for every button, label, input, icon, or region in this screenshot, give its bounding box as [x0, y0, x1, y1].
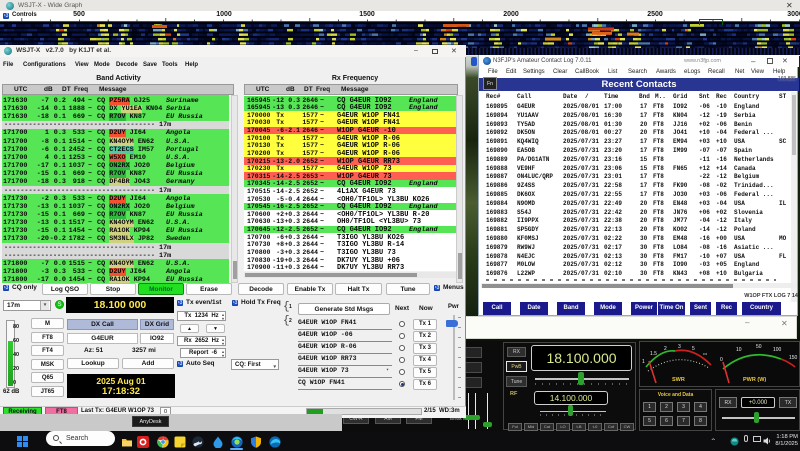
svg-text:0: 0	[720, 357, 723, 363]
svg-text:PWR (W): PWR (W)	[743, 377, 766, 383]
svg-text:•••: •••	[703, 351, 708, 356]
svg-text:SWR: SWR	[672, 377, 685, 383]
svg-text:150: 150	[789, 355, 798, 361]
svg-text:3: 3	[678, 344, 681, 350]
svg-text:2: 2	[664, 346, 667, 352]
svg-text:1.5: 1.5	[650, 351, 657, 357]
svg-text:10: 10	[736, 347, 742, 353]
svg-text:1: 1	[642, 359, 645, 365]
svg-text:100: 100	[773, 347, 782, 353]
svg-text:5: 5	[692, 346, 695, 352]
svg-text:50: 50	[756, 344, 762, 350]
